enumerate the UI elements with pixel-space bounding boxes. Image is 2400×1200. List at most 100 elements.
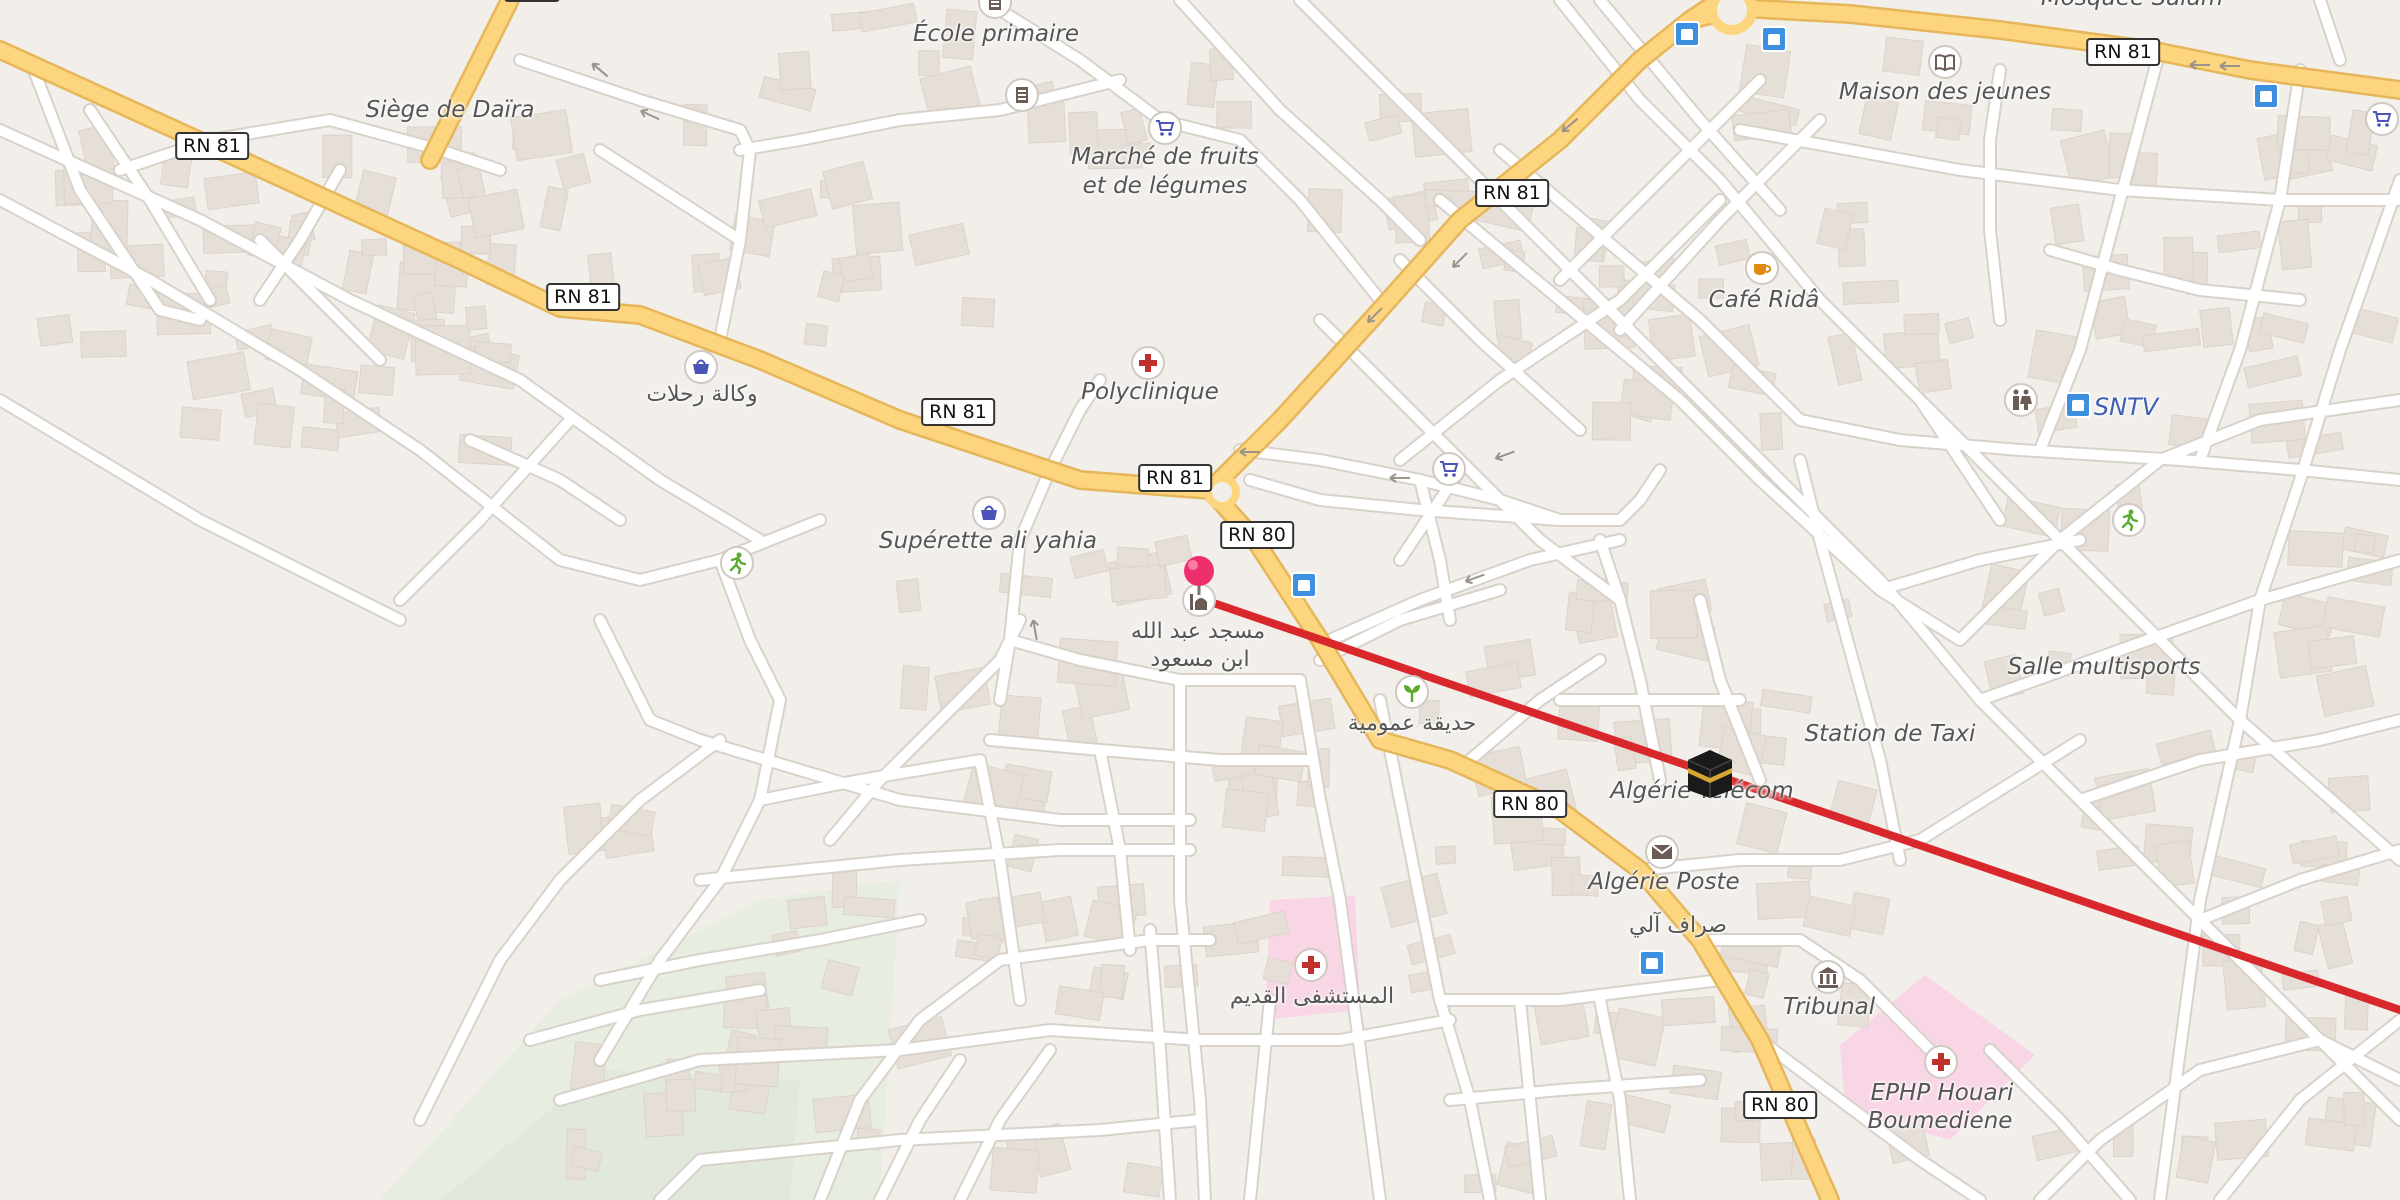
school-icon[interactable]: [1005, 78, 1039, 112]
building: [80, 330, 127, 359]
building: [786, 895, 828, 930]
building: [665, 1079, 697, 1112]
road-shield-rn81-b: RN 81: [546, 283, 620, 311]
building: [2353, 533, 2377, 554]
roundabout-top: [1707, 0, 1757, 35]
bus-stop-icon[interactable]: [2065, 392, 2091, 418]
road-shield-rn80-b: RN 80: [1493, 790, 1567, 818]
building: [2199, 306, 2234, 349]
label-ephp-line1: EPHP Houari: [1870, 1080, 2014, 1106]
building: [300, 425, 341, 452]
medical-cross-icon[interactable]: [1294, 948, 1328, 982]
building: [2049, 203, 2085, 246]
building: [1934, 116, 1963, 142]
label-station-taxi: Station de Taxi: [1804, 721, 1976, 747]
label-siege-daira: Siège de Daïra: [365, 97, 535, 123]
bus-stop-icon[interactable]: [1674, 21, 1700, 47]
cafe-cup-icon[interactable]: [1745, 251, 1779, 285]
building: [895, 578, 922, 614]
label-salle-multisports: Salle multisports: [2007, 654, 2201, 680]
label-superette: Supérette ali yahia: [879, 528, 1097, 554]
shopping-cart-icon[interactable]: [1148, 111, 1182, 145]
building: [1116, 546, 1150, 568]
building: [203, 171, 260, 211]
building: [1434, 845, 1457, 865]
book-icon[interactable]: [1928, 45, 1962, 79]
building: [253, 402, 296, 449]
label-marche-line1: Marché de fruits: [1071, 144, 1259, 170]
building: [960, 296, 996, 328]
garden-icon[interactable]: [1395, 675, 1429, 709]
label-mosque-line2: ابن مسعود: [1150, 647, 1250, 672]
building: [1649, 589, 1698, 639]
label-hadiqa: حديقة عمومية: [1347, 711, 1477, 736]
road-shield-rn81-c: RN 81: [921, 398, 995, 426]
building: [2307, 635, 2358, 670]
building: [36, 313, 74, 348]
sport-runner-icon[interactable]: [720, 546, 754, 580]
roundabout: [1204, 474, 1240, 510]
building: [464, 305, 488, 331]
label-algerie-poste: Algérie Poste: [1588, 869, 1740, 895]
building: [918, 50, 940, 77]
building: [2320, 895, 2353, 927]
label-mustashfa: المستشفى القديم: [1229, 984, 1395, 1009]
label-sarraf: صراف آلي: [1629, 913, 1727, 938]
building: [803, 322, 829, 348]
bus-stop-icon[interactable]: [1291, 572, 1317, 598]
toilets-icon[interactable]: [2004, 383, 2038, 417]
building: [851, 201, 904, 255]
road-shield-rn80-c: RN 80: [1743, 1091, 1817, 1119]
building: [358, 364, 396, 397]
mail-envelope-icon[interactable]: [1645, 835, 1679, 869]
building: [467, 188, 525, 239]
label-tribunal: Tribunal: [1782, 994, 1876, 1020]
shopping-basket-icon[interactable]: [972, 496, 1006, 530]
building: [1660, 996, 1716, 1027]
label-mosque-salam: Mosquée Salam: [2041, 0, 2223, 12]
road-shield-rn81-a: RN 81: [175, 132, 249, 160]
building: [1759, 412, 1784, 451]
bus-stop-icon[interactable]: [2253, 83, 2279, 109]
building: [2050, 107, 2083, 133]
shopping-cart-icon[interactable]: [1432, 452, 1466, 486]
sport-runner-icon[interactable]: [2112, 503, 2146, 537]
map-canvas[interactable]: RN 81 RN 81 RN 81 RN 81 RN 81 RN 81 RN 80 RN 80…: [0, 0, 2400, 1200]
building: [1221, 788, 1270, 833]
road-shield-rn80-a: RN 80: [1220, 521, 1294, 549]
label-maison-jeunes: Maison des jeunes: [1838, 79, 2052, 105]
medical-cross-icon[interactable]: [1924, 1045, 1958, 1079]
label-cafe-rida: Café Ridâ: [1708, 287, 1820, 313]
label-wakala-rihlat: وكالة رحلات: [646, 382, 758, 407]
road-shield-top: [504, 0, 560, 2]
courthouse-icon[interactable]: [1811, 960, 1845, 994]
road-shield-rn81-e: RN 81: [1475, 179, 1549, 207]
building: [1755, 880, 1812, 920]
road-shield-rn81-d: RN 81: [1138, 464, 1212, 492]
building: [2343, 1091, 2365, 1126]
label-ecole-primaire: École primaire: [912, 21, 1080, 47]
building: [989, 1146, 1040, 1194]
building: [1122, 1161, 1165, 1198]
medical-cross-icon[interactable]: [1131, 346, 1165, 380]
label-mosque-line1: مسجد عبد الله: [1130, 619, 1266, 644]
building: [1216, 100, 1253, 129]
label-polyclinique: Polyclinique: [1081, 379, 1219, 405]
shopping-basket-icon[interactable]: [684, 350, 718, 384]
building: [964, 896, 1005, 940]
building: [1903, 312, 1940, 336]
location-pin-icon[interactable]: [1181, 555, 1217, 595]
label-sntv: SNTV: [2093, 393, 2159, 421]
shopping-cart-icon[interactable]: [2365, 102, 2399, 136]
building: [1109, 563, 1168, 603]
building: [1493, 298, 1523, 341]
building: [2287, 530, 2345, 568]
building: [1881, 36, 1924, 76]
building: [2277, 218, 2313, 271]
bus-stop-icon[interactable]: [1761, 26, 1787, 52]
label-marche-line2: et de légumes: [1082, 173, 1248, 199]
building: [179, 406, 222, 441]
label-ephp-line2: Boumediene: [1867, 1108, 2013, 1134]
building: [1598, 265, 1625, 288]
bus-stop-icon[interactable]: [1639, 950, 1665, 976]
